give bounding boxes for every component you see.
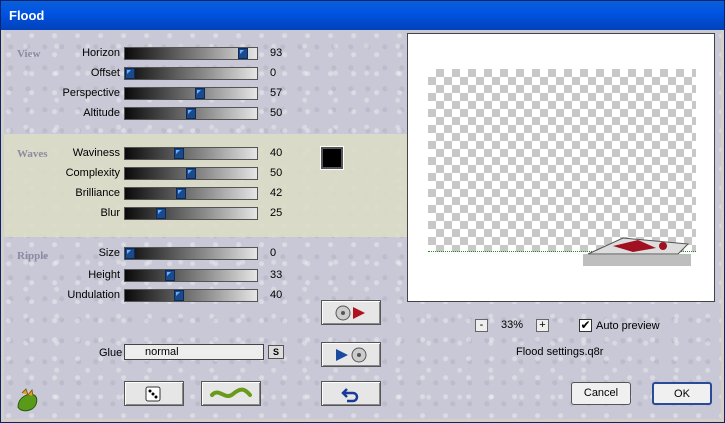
wave-icon bbox=[210, 387, 252, 398]
preview-pane[interactable] bbox=[407, 33, 715, 302]
slider-track[interactable] bbox=[124, 289, 258, 302]
settings-filename: Flood settings.q8r bbox=[516, 346, 604, 358]
slider-thumb[interactable] bbox=[125, 68, 135, 79]
cancel-button[interactable]: Cancel bbox=[571, 382, 631, 405]
slider-value[interactable]: 50 bbox=[264, 167, 300, 179]
slider-label: Waviness bbox=[72, 147, 120, 159]
slider-row-perspective: Perspective 57 bbox=[4, 86, 304, 102]
slider-track[interactable] bbox=[124, 247, 258, 260]
slider-value[interactable]: 40 bbox=[264, 147, 300, 159]
auto-preview-label: Auto preview bbox=[596, 320, 660, 332]
slider-row-undulation: Undulation 40 bbox=[4, 288, 304, 304]
preview-canvas bbox=[428, 69, 696, 252]
wave-preset-button[interactable] bbox=[201, 381, 261, 406]
auto-preview-checkbox[interactable]: ✔ bbox=[579, 319, 592, 332]
slider-label: Complexity bbox=[65, 167, 120, 179]
slider-thumb[interactable] bbox=[156, 208, 166, 219]
slider-label: Height bbox=[88, 269, 120, 281]
slider-label: Horizon bbox=[82, 47, 120, 59]
window-title: Flood bbox=[9, 8, 45, 23]
slider-value[interactable]: 93 bbox=[264, 47, 300, 59]
slider-label: Brilliance bbox=[75, 187, 120, 199]
zoom-in-button[interactable]: + bbox=[536, 319, 549, 332]
slider-label: Perspective bbox=[62, 87, 120, 99]
preset-save-icon bbox=[336, 347, 367, 362]
slider-track[interactable] bbox=[124, 67, 258, 80]
slider-track[interactable] bbox=[124, 207, 258, 220]
slider-row-size: Size 0 bbox=[4, 246, 304, 262]
preset-load-icon bbox=[335, 305, 365, 320]
save-preset-button[interactable] bbox=[321, 342, 381, 367]
slider-track[interactable] bbox=[124, 187, 258, 200]
slider-row-complexity: Complexity 50 bbox=[4, 166, 304, 182]
slider-value[interactable]: 40 bbox=[264, 289, 300, 301]
undo-icon bbox=[341, 387, 359, 402]
dice-icon bbox=[145, 386, 161, 401]
slider-row-waviness: Waviness 40 bbox=[4, 146, 304, 162]
slider-value[interactable]: 42 bbox=[264, 187, 300, 199]
glue-label: Glue bbox=[99, 347, 123, 359]
flood-dialog: Flood View Waves Ripple Horizon 93 Offset 0… bbox=[0, 0, 725, 423]
randomize-button[interactable] bbox=[124, 381, 184, 406]
slider-value[interactable]: 57 bbox=[264, 87, 300, 99]
slider-value[interactable]: 25 bbox=[264, 207, 300, 219]
zoom-level: 33% bbox=[501, 319, 524, 331]
slider-thumb[interactable] bbox=[195, 88, 205, 99]
slider-row-offset: Offset 0 bbox=[4, 66, 304, 82]
slider-row-height: Height 33 bbox=[4, 268, 304, 284]
slider-value[interactable]: 33 bbox=[264, 269, 300, 281]
slider-track[interactable] bbox=[124, 269, 258, 282]
slider-value[interactable]: 50 bbox=[264, 107, 300, 119]
slider-track[interactable] bbox=[124, 147, 258, 160]
slider-thumb[interactable] bbox=[125, 248, 135, 259]
slider-thumb[interactable] bbox=[186, 168, 196, 179]
ok-button[interactable]: OK bbox=[652, 382, 712, 405]
slider-track[interactable] bbox=[124, 47, 258, 60]
slider-label: Undulation bbox=[67, 289, 120, 301]
slider-thumb[interactable] bbox=[174, 290, 184, 301]
check-mark-icon: ✔ bbox=[580, 318, 591, 332]
slider-label: Offset bbox=[90, 67, 120, 79]
wave-color-swatch[interactable] bbox=[321, 147, 343, 169]
slider-value[interactable]: 0 bbox=[264, 247, 300, 259]
load-preset-button[interactable] bbox=[321, 300, 381, 325]
reset-button[interactable] bbox=[321, 381, 381, 406]
slider-thumb[interactable] bbox=[176, 188, 186, 199]
app-logo bbox=[14, 387, 40, 416]
slider-thumb[interactable] bbox=[165, 270, 175, 281]
flood-object-preview bbox=[583, 237, 691, 266]
slider-row-blur: Blur 25 bbox=[4, 206, 304, 222]
title-bar: Flood bbox=[1, 1, 724, 30]
slider-row-horizon: Horizon 93 bbox=[4, 46, 304, 62]
slider-row-altitude: Altitude 50 bbox=[4, 106, 304, 122]
slider-thumb[interactable] bbox=[174, 148, 184, 159]
slider-value[interactable]: 0 bbox=[264, 67, 300, 79]
slider-label: Size bbox=[98, 247, 120, 259]
slider-track[interactable] bbox=[124, 87, 258, 100]
glue-mode-select[interactable]: normal bbox=[124, 344, 264, 360]
slider-track[interactable] bbox=[124, 107, 258, 120]
slider-track[interactable] bbox=[124, 167, 258, 180]
slider-thumb[interactable] bbox=[186, 108, 196, 119]
glue-s-button[interactable]: S bbox=[268, 345, 284, 359]
slider-label: Blur bbox=[100, 207, 120, 219]
slider-thumb[interactable] bbox=[238, 48, 248, 59]
slider-row-brilliance: Brilliance 42 bbox=[4, 186, 304, 202]
zoom-out-button[interactable]: - bbox=[475, 319, 488, 332]
slider-label: Altitude bbox=[83, 107, 120, 119]
app-logo-icon bbox=[17, 388, 38, 412]
dialog-body: View Waves Ripple Horizon 93 Offset 0 Perspe… bbox=[4, 30, 721, 419]
